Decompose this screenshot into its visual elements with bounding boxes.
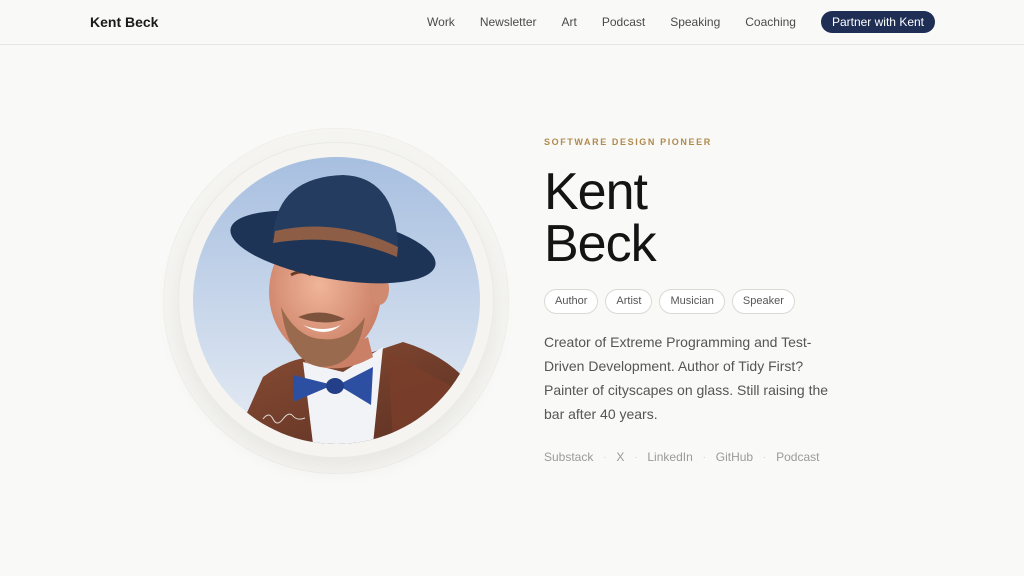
social-separator: ·	[603, 452, 607, 462]
hero-name-first: Kent	[544, 163, 648, 221]
social-links: Substack · X · LinkedIn · GitHub · Podca…	[544, 450, 819, 464]
nav-art-link[interactable]: Art	[562, 11, 577, 33]
partner-with-kent-button[interactable]: Partner with Kent	[820, 11, 935, 33]
tag-musician: Musician	[659, 289, 725, 314]
main-nav: Work Newsletter Art Podcast Speaking Coa…	[427, 11, 935, 33]
hero-name-last: Beck	[544, 215, 657, 273]
site-header: Kent Beck Work Newsletter Art Podcast Sp…	[0, 0, 1024, 45]
nav-work-link[interactable]: Work	[427, 11, 455, 33]
tag-author: Author	[544, 289, 599, 314]
hero-name: Kent Beck	[544, 166, 864, 270]
nav-newsletter-link[interactable]: Newsletter	[480, 11, 537, 33]
social-github-link[interactable]: GitHub	[716, 450, 753, 464]
social-linkedin-link[interactable]: LinkedIn	[647, 450, 692, 464]
hero-eyebrow: SOFTWARE DESIGN PIONEER	[544, 137, 712, 147]
social-separator: ·	[763, 452, 767, 462]
portrait-illustration	[193, 157, 480, 444]
social-podcast-link[interactable]: Podcast	[776, 450, 819, 464]
portrait-image	[193, 157, 480, 444]
hero-bio: Creator of Extreme Programming and Test-…	[544, 334, 829, 422]
social-x-link[interactable]: X	[616, 450, 624, 464]
nav-coaching-link[interactable]: Coaching	[745, 11, 796, 33]
social-substack-link[interactable]: Substack	[544, 450, 593, 464]
tag-speaker: Speaker	[731, 289, 795, 314]
nav-podcast-link[interactable]: Podcast	[602, 11, 645, 33]
social-separator: ·	[634, 452, 638, 462]
social-separator: ·	[702, 452, 706, 462]
tag-artist: Artist	[605, 289, 653, 314]
nav-speaking-link[interactable]: Speaking	[670, 11, 720, 33]
role-tags: Author Artist Musician Speaker	[544, 289, 802, 314]
brand-logo-link[interactable]: Kent Beck	[90, 14, 158, 30]
